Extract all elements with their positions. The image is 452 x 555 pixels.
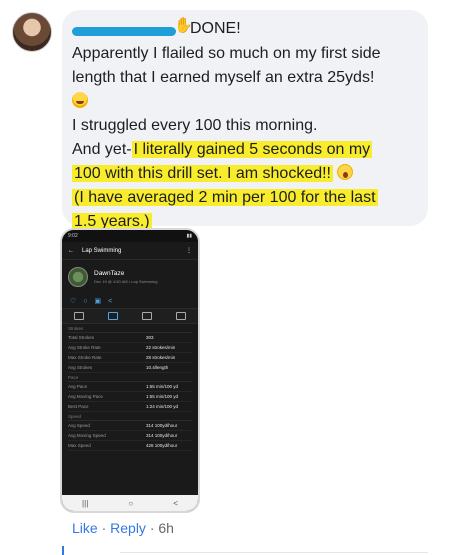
stat-value: 314 100yd/hour (146, 433, 178, 438)
home-icon: ○ (128, 498, 134, 508)
stat-row: Max Speed 426 100yd/hour (68, 441, 192, 451)
stat-label: Avg Moving Speed (68, 433, 106, 438)
comment-timestamp[interactable]: 6h (158, 520, 174, 536)
profile-subtitle: Dec 19 @ 4:50 AM • Lap Swimming (94, 279, 158, 284)
attached-screenshot[interactable]: 9:02 ▮▮ ← Lap Swimming ⋮ DawnTaze Dec 19… (60, 228, 200, 513)
tab-stats-icon (108, 312, 118, 320)
tab-laps-icon (142, 312, 152, 320)
stat-value: 1:24 min/100 yd (146, 404, 179, 409)
tab-notes-icon (176, 312, 186, 320)
stat-value: 1:55 min/100 yd (146, 394, 179, 399)
comment-tag: DONE! (190, 20, 241, 37)
stat-value: 314 100yd/hour (146, 423, 178, 428)
phone-nav-bar: ||| ○ < (62, 495, 198, 511)
stat-label: Best Pace (68, 404, 89, 409)
shocked-emoji-icon (337, 164, 354, 180)
highlighted-text: (I have averaged 2 min per 100 for the l… (72, 189, 378, 206)
stat-section-header: Strokes (68, 324, 192, 333)
stat-row: Avg Stroke Rate 22 strokes/min (68, 343, 192, 353)
stat-row: Total Strokes 303 (68, 333, 192, 343)
stat-row: Best Pace 1:24 min/100 yd (68, 402, 192, 412)
phone-profile: DawnTaze Dec 19 @ 4:50 AM • Lap Swimming (62, 260, 198, 294)
stat-label: Avg Strokes (68, 365, 93, 370)
stat-label: Avg Speed (68, 423, 90, 428)
stat-label: Max Stroke Rate (68, 355, 102, 360)
stat-value: 303 (146, 335, 154, 340)
redacted-author-name (72, 27, 176, 36)
comment-line: I struggled every 100 this morning. (72, 117, 318, 134)
like-button[interactable]: Like (72, 520, 98, 536)
stat-value: 1:55 min/100 yd (146, 384, 179, 389)
stat-section-header: Speed (68, 412, 192, 421)
stat-label: Avg Pace (68, 384, 88, 389)
more-icon: ⋮ (186, 248, 192, 254)
profile-picture (68, 267, 88, 287)
avatar[interactable] (12, 12, 52, 52)
stat-row: Avg Speed 314 100yd/hour (68, 421, 192, 431)
share-icon: < (108, 297, 113, 305)
profile-name: DawnTaze (94, 270, 125, 277)
comment-line: length that I earned myself an extra 25y… (72, 69, 375, 86)
separator-dot: · (101, 520, 107, 536)
comment-icon: ○ (83, 297, 88, 305)
stat-row: Avg Pace 1:55 min/100 yd (68, 382, 192, 392)
comment-actions: Like · Reply · 6h (72, 520, 174, 536)
heart-icon: ♡ (70, 298, 77, 305)
comment-text: Apparently I flailed so much on my first… (72, 42, 422, 234)
stat-row: Avg Strokes 10.4/length (68, 363, 192, 373)
phone-title: Lap Swimming (82, 247, 122, 254)
phone-status-bar: 9:02 ▮▮ (62, 230, 198, 242)
separator-dot: · (149, 520, 155, 536)
stat-value: 426 100yd/hour (146, 443, 178, 448)
stat-value: 28 strokes/min (146, 355, 176, 360)
recent-apps-icon: ||| (82, 498, 89, 508)
reply-button[interactable]: Reply (110, 520, 146, 536)
tab-overview-icon (74, 312, 84, 320)
battery-icon: ▮▮ (186, 233, 192, 239)
back-arrow-icon: ← (68, 247, 74, 254)
laughing-emoji-icon (72, 92, 88, 108)
comment-line: 100 with this drill set. I am shocked!! (72, 162, 422, 186)
comment-line: (I have averaged 2 min per 100 for the l… (72, 186, 422, 210)
phone-actions: ♡ ○ ▣ < (62, 294, 198, 308)
stat-row: Avg Moving Speed 314 100yd/hour (68, 431, 192, 441)
back-icon: < (173, 498, 178, 508)
stat-label: Avg Moving Pace (68, 394, 103, 399)
phone-app-bar: ← Lap Swimming ⋮ (62, 242, 198, 260)
stat-label: Max Speed (68, 443, 91, 448)
highlighted-text: I literally gained 5 seconds on my (131, 141, 373, 158)
stat-row: Avg Moving Pace 1:55 min/100 yd (68, 392, 192, 402)
stat-section-header: Pace (68, 373, 192, 382)
stat-value: 22 strokes/min (146, 345, 176, 350)
phone-time: 9:02 (68, 233, 78, 239)
emoji-line (72, 90, 422, 114)
highlighted-text: 100 with this drill set. I am shocked!! (72, 165, 333, 182)
phone-stats: Strokes Total Strokes 303 Avg Stroke Rate… (62, 324, 198, 451)
comment-line: Apparently I flailed so much on my first… (72, 45, 381, 62)
calendar-icon: ▣ (94, 298, 102, 305)
stat-row: Max Stroke Rate 28 strokes/min (68, 353, 192, 363)
comment-line: And yet- I literally gained 5 seconds on … (72, 138, 422, 162)
phone-tabs (62, 308, 198, 324)
stat-label: Avg Stroke Rate (68, 345, 101, 350)
andyet-prefix: And yet- (72, 141, 132, 158)
stat-value: 10.4/length (146, 365, 169, 370)
reply-thread-line (62, 546, 64, 555)
stat-label: Total Strokes (68, 335, 95, 340)
